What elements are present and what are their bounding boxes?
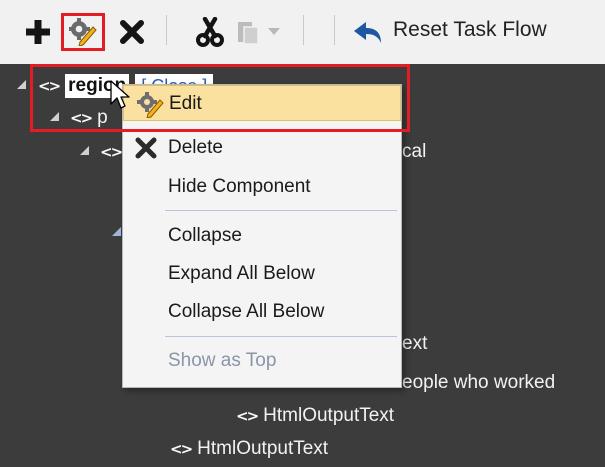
toolbar-separator: [334, 15, 335, 45]
dropdown-icon[interactable]: [266, 26, 282, 38]
tree-node-htmloutputtext[interactable]: <> HtmlOutputText: [236, 402, 394, 430]
tag-icon: <>: [236, 407, 259, 425]
tree-node-ext: ext: [402, 330, 427, 358]
menu-item-hide-component[interactable]: Hide Component: [123, 169, 401, 205]
menu-item-show-as-top: Show as Top: [123, 343, 401, 379]
toolbar-separator: [166, 15, 167, 45]
expanded-triangle-icon[interactable]: [80, 146, 89, 155]
menu-item-hide-component-label: Hide Component: [168, 176, 311, 197]
menu-separator: [165, 210, 397, 211]
menu-item-collapse-all-below-label: Collapse All Below: [168, 301, 325, 322]
expanded-triangle-icon[interactable]: [112, 227, 121, 236]
tree-node-htmloutputtext-label: HtmlOutputText: [197, 438, 329, 459]
mouse-cursor-icon: [110, 80, 130, 115]
delete-icon: [135, 137, 157, 165]
menu-item-delete[interactable]: Delete: [123, 130, 401, 166]
tag-icon: <>: [100, 143, 123, 161]
tree-node-htmloutputtext-label: HtmlOutputText: [263, 405, 395, 426]
tree-node-row3-tail: cal: [402, 138, 426, 166]
edit-button-highlight: [61, 13, 105, 51]
menu-item-expand-all-below[interactable]: Expand All Below: [123, 256, 401, 292]
menu-item-expand-all-below-label: Expand All Below: [168, 263, 315, 284]
reset-task-flow-label[interactable]: Reset Task Flow: [393, 16, 547, 44]
paste-icon[interactable]: [234, 18, 262, 46]
tree-node-row3-label: cal: [402, 141, 427, 162]
menu-item-show-as-top-label: Show as Top: [168, 350, 277, 371]
undo-icon[interactable]: [352, 18, 386, 46]
cut-icon[interactable]: [195, 17, 225, 47]
tree-node-people-label: eople who worked: [402, 372, 556, 393]
menu-item-collapse-label: Collapse: [168, 225, 242, 246]
tree-node-htmloutputtext[interactable]: <> HtmlOutputText: [170, 435, 328, 463]
selection-highlight: [30, 64, 410, 132]
tag-icon: <>: [170, 440, 193, 458]
tree-node-people: eople who worked: [402, 369, 555, 397]
add-icon[interactable]: [24, 18, 52, 46]
menu-item-collapse[interactable]: Collapse: [123, 218, 401, 254]
tree-node-ext-label: ext: [402, 333, 428, 354]
toolbar-separator: [303, 15, 304, 45]
menu-item-collapse-all-below[interactable]: Collapse All Below: [123, 294, 401, 330]
expanded-triangle-icon[interactable]: [17, 80, 26, 89]
menu-separator: [165, 336, 397, 337]
delete-icon[interactable]: [118, 18, 146, 46]
menu-item-delete-label: Delete: [168, 137, 223, 158]
toolbar: Reset Task Flow: [0, 0, 605, 64]
